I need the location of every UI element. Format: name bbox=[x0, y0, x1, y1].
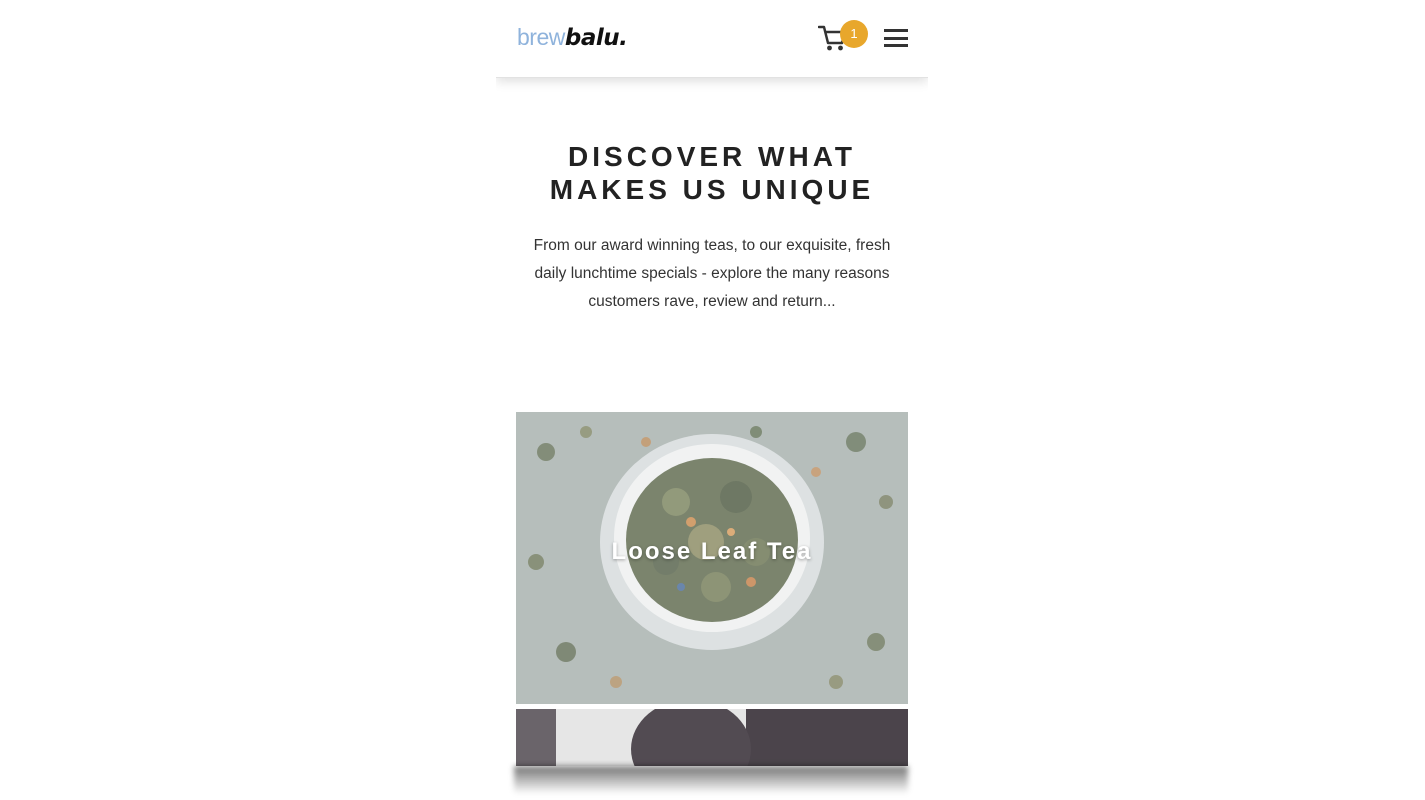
bottom-shadow bbox=[514, 766, 908, 794]
card-label: Loose Leaf Tea bbox=[611, 538, 813, 565]
intro-description: From our award winning teas, to our exqu… bbox=[533, 237, 891, 310]
cart-count-badge[interactable]: 1 bbox=[840, 20, 868, 48]
logo-text-balu: balu. bbox=[564, 25, 628, 51]
next-feature-image bbox=[516, 709, 908, 766]
page-title: DISCOVER WHAT MAKES US UNIQUE bbox=[496, 140, 928, 206]
site-header: brewbalu. 1 bbox=[496, 0, 928, 78]
mobile-page: brewbalu. 1 DISCOVER WHAT MAKES US UNIQU… bbox=[496, 0, 928, 766]
title-line-2: MAKES US UNIQUE bbox=[549, 174, 875, 205]
title-line-1: DISCOVER WHAT bbox=[568, 141, 856, 172]
logo-text-brew: brew bbox=[517, 24, 565, 50]
loose-leaf-tea-card[interactable]: Loose Leaf Tea bbox=[516, 412, 908, 704]
next-feature-card[interactable] bbox=[516, 709, 908, 766]
hamburger-menu-icon[interactable] bbox=[884, 29, 908, 47]
brewbalu-logo[interactable]: brewbalu. bbox=[517, 22, 628, 53]
